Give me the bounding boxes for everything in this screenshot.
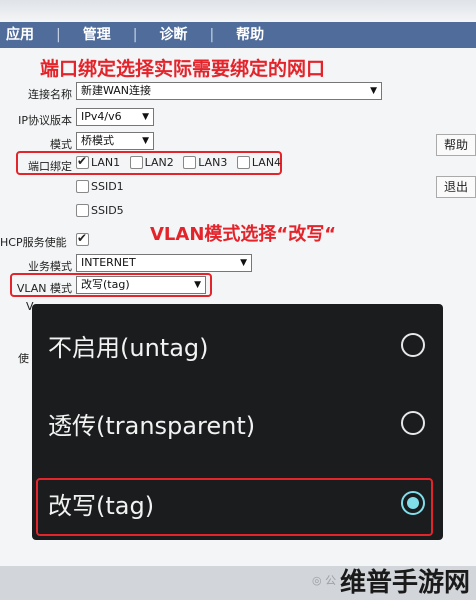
nav-separator: | xyxy=(209,27,215,43)
service-mode-select[interactable]: INTERNET ▼ xyxy=(76,254,252,272)
vlan-option-untag-label: 不启用(untag) xyxy=(48,333,209,362)
vlan-option-transparent[interactable]: 透传(transparent) xyxy=(32,384,443,462)
nav-separator: | xyxy=(56,27,61,43)
port-option-lan1[interactable]: LAN1 xyxy=(76,154,121,169)
vlan-option-transparent-label: 透传(transparent) xyxy=(48,411,256,440)
nav-separator: | xyxy=(132,27,138,43)
checkbox-lan1[interactable] xyxy=(76,154,89,169)
watermark-faint-text: ◎ 公 xyxy=(312,574,337,587)
annotation-port-binding: 端口绑定选择实际需要绑定的网口 xyxy=(40,58,326,80)
mode-select[interactable]: 桥模式 ▼ xyxy=(76,132,154,150)
radio-transparent[interactable] xyxy=(401,411,425,435)
connection-name-label: 连接名称 xyxy=(28,88,72,101)
chevron-down-icon: ▼ xyxy=(240,258,247,268)
dhcp-label: HCP服务使能 xyxy=(0,236,67,249)
watermark-logo-text: 维普手游网 xyxy=(339,568,470,598)
checkbox-dhcp[interactable] xyxy=(76,231,89,246)
annotation-vlan-mode: VLAN模式选择“改写“ xyxy=(150,224,337,245)
vlan-mode-select[interactable]: 改写(tag) ▼ xyxy=(76,276,206,294)
port-option-lan2[interactable]: LAN2 xyxy=(129,156,174,169)
top-nav: 应用 | 管理 | 诊断 | 帮助 xyxy=(0,22,476,48)
nav-item-apply[interactable]: 应用 xyxy=(6,22,34,48)
partial-label-enable: 使 xyxy=(18,352,29,365)
checkbox-lan3[interactable] xyxy=(183,156,197,169)
ip-version-label: IP协议版本 xyxy=(18,114,72,127)
port-binding-label: 端口绑定 xyxy=(28,160,72,173)
checkbox-lan2[interactable] xyxy=(129,156,143,169)
mode-label: 模式 xyxy=(50,138,72,151)
chevron-down-icon: ▼ xyxy=(194,280,201,290)
port-lan3-label: LAN3 xyxy=(198,156,228,169)
vlan-mode-label: VLAN 模式 xyxy=(16,282,72,295)
ssid5-label: SSID5 xyxy=(91,204,124,217)
connection-name-value: 新建WAN连接 xyxy=(81,84,152,97)
vlan-mode-dialog: 不启用(untag) 透传(transparent) 改写(tag) xyxy=(32,304,443,540)
chevron-down-icon: ▼ xyxy=(142,136,149,146)
chevron-down-icon: ▼ xyxy=(142,112,149,122)
nav-item-diagnose[interactable]: 诊断 xyxy=(159,22,187,48)
port-lan2-label: LAN2 xyxy=(144,156,174,169)
vlan-option-untag[interactable]: 不启用(untag) xyxy=(32,306,443,384)
ssid1-option[interactable]: SSID1 xyxy=(76,180,130,196)
checkbox-ssid1[interactable] xyxy=(76,180,89,193)
nav-item-manage[interactable]: 管理 xyxy=(83,22,111,48)
connection-name-select[interactable]: 新建WAN连接 ▼ xyxy=(76,82,382,100)
checkbox-lan4[interactable] xyxy=(236,156,250,169)
chevron-down-icon: ▼ xyxy=(370,86,377,96)
port-lan1-label: LAN1 xyxy=(91,156,121,169)
checkbox-ssid5[interactable] xyxy=(76,204,89,217)
ip-version-value: IPv4/v6 xyxy=(81,110,122,123)
port-option-lan4[interactable]: LAN4 xyxy=(236,156,282,169)
top-fade xyxy=(0,0,476,22)
service-mode-label: 业务模式 xyxy=(28,260,72,273)
vlan-mode-value: 改写(tag) xyxy=(81,278,130,291)
highlight-box-tag-option xyxy=(36,478,433,536)
ssid1-label: SSID1 xyxy=(91,180,124,193)
radio-untag[interactable] xyxy=(401,333,425,357)
ip-version-select[interactable]: IPv4/v6 ▼ xyxy=(76,108,154,126)
service-mode-value: INTERNET xyxy=(81,256,136,269)
mode-value: 桥模式 xyxy=(81,134,114,147)
exit-button[interactable]: 退出 xyxy=(436,176,476,198)
port-option-lan3[interactable]: LAN3 xyxy=(183,156,227,169)
port-lan4-label: LAN4 xyxy=(251,156,282,169)
port-binding-options: LAN1 LAN2 LAN3 LAN4 xyxy=(76,154,287,172)
nav-item-help[interactable]: 帮助 xyxy=(236,22,264,48)
help-button[interactable]: 帮助 xyxy=(436,134,476,156)
dhcp-option[interactable] xyxy=(76,231,89,246)
ssid5-option[interactable]: SSID5 xyxy=(76,204,130,220)
